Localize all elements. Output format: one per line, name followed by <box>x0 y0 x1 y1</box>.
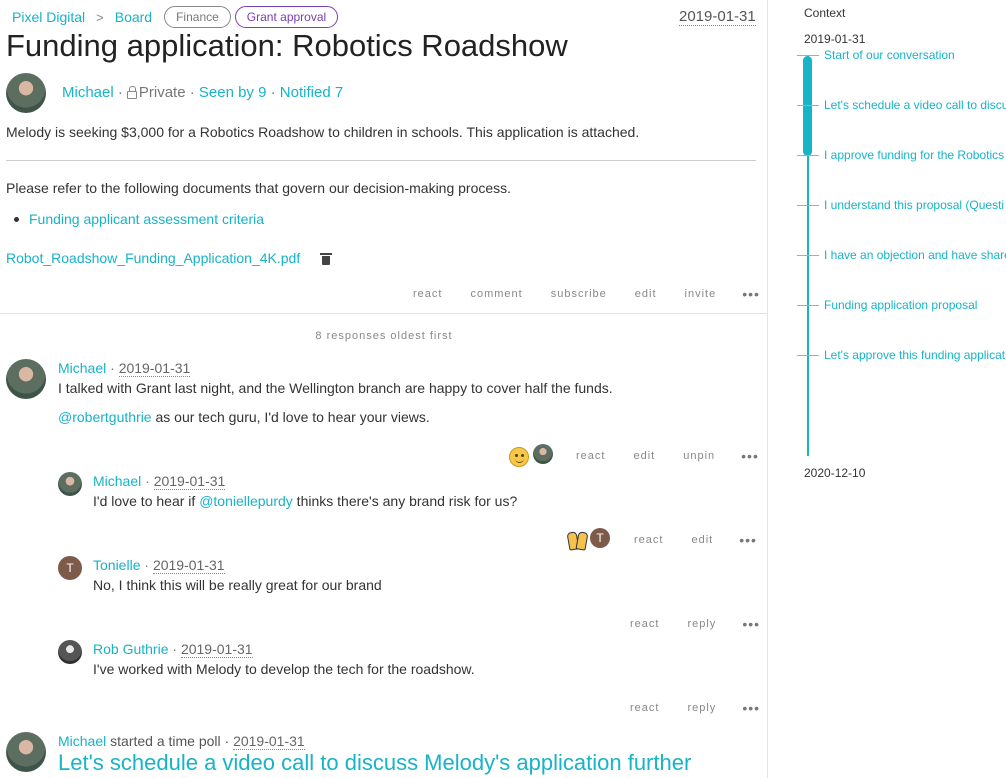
edit-button[interactable]: edit <box>633 450 655 462</box>
author-link[interactable]: Michael <box>62 84 114 101</box>
context-title: Context <box>804 6 846 20</box>
tag-finance[interactable]: Finance <box>164 6 231 28</box>
react-button[interactable]: react <box>630 702 659 714</box>
comment-text: I'd love to hear if @toniellepurdy think… <box>93 493 518 509</box>
subscribe-button[interactable]: subscribe <box>551 288 607 300</box>
edit-button[interactable]: edit <box>691 534 713 546</box>
comment-date: 2019-01-31 <box>152 557 225 574</box>
poll-date: 2019-01-31 <box>233 733 305 750</box>
mention-link[interactable]: @toniellepurdy <box>199 493 293 509</box>
responses-header: 8 responses oldest first <box>0 330 767 342</box>
refer-text: Please refer to the following documents … <box>6 180 512 196</box>
attachment: Robot_Roadshow_Funding_Application_4K.pd… <box>6 250 333 266</box>
smiley-reaction-icon[interactable] <box>509 447 529 467</box>
mention-link[interactable]: @robertguthrie <box>58 409 152 425</box>
comment-date: 2019-01-31 <box>153 473 226 490</box>
edit-button[interactable]: edit <box>635 288 657 300</box>
comment-avatar[interactable]: T <box>58 556 82 580</box>
more-options-icon[interactable]: ••• <box>742 286 760 302</box>
comment-text: I talked with Grant last night, and the … <box>58 380 613 396</box>
bullet-icon <box>14 216 19 222</box>
react-button[interactable]: react <box>630 618 659 630</box>
timeline-end-date: 2020-12-10 <box>804 466 866 480</box>
breadcrumb-separator: > <box>96 9 104 25</box>
timeline-item[interactable]: Let's approve this funding applicat <box>797 348 1005 362</box>
comment-author-link[interactable]: Michael <box>58 360 106 376</box>
trash-icon[interactable] <box>320 252 333 265</box>
thread-actions: react comment subscribe edit invite ••• <box>385 286 760 302</box>
more-options-icon[interactable]: ••• <box>742 616 760 632</box>
comment-actions: react reply ••• <box>602 616 760 632</box>
breadcrumb: Pixel Digital > Board Finance Grant appr… <box>12 5 339 29</box>
timeline-item[interactable]: I understand this proposal (Questi <box>797 198 1004 212</box>
lock-icon <box>126 85 137 99</box>
timeline-item[interactable]: Start of our conversation <box>797 48 955 62</box>
thread-description: Melody is seeking $3,000 for a Robotics … <box>6 124 640 140</box>
react-button[interactable]: react <box>413 288 442 300</box>
comment-avatar[interactable] <box>58 472 82 496</box>
comment-header: Rob Guthrie · 2019-01-31 <box>93 641 253 658</box>
comment-text: No, I think this will be really great fo… <box>93 577 382 593</box>
breadcrumb-org-link[interactable]: Pixel Digital <box>12 9 85 25</box>
breadcrumb-group-link[interactable]: Board <box>115 9 152 25</box>
reply-button[interactable]: reply <box>687 618 716 630</box>
poll-header: Michael started a time poll · 2019-01-31 <box>58 733 305 750</box>
comment-actions: react edit ••• <box>606 532 757 548</box>
comment-author-link[interactable]: Tonielle <box>93 557 140 573</box>
assessment-criteria-link[interactable]: Funding applicant assessment criteria <box>29 211 264 227</box>
page-title: Funding application: Robotics Roadshow <box>6 28 568 63</box>
author-avatar[interactable] <box>6 73 46 113</box>
comment-author-link[interactable]: Rob Guthrie <box>93 641 168 657</box>
poll-author-avatar[interactable] <box>6 732 46 772</box>
seen-by-link[interactable]: Seen by 9 <box>199 84 267 101</box>
sort-order-toggle[interactable]: oldest first <box>390 330 452 342</box>
thread-date: 2019-01-31 <box>679 8 756 26</box>
context-sidebar: Context 2019-01-31 Start of our conversa… <box>769 0 1006 778</box>
comment-button[interactable]: comment <box>470 288 522 300</box>
timeline-item[interactable]: Let's schedule a video call to discuss <box>797 98 1006 112</box>
timeline-item[interactable]: I approve funding for the Robotics <box>797 148 1004 162</box>
invite-button[interactable]: invite <box>685 288 717 300</box>
comment-avatar[interactable] <box>58 640 82 664</box>
comment-avatar[interactable] <box>6 359 46 399</box>
thread-meta: Michael · Private · Seen by 9 · Notified… <box>62 84 344 101</box>
section-divider <box>0 313 767 314</box>
more-options-icon[interactable]: ••• <box>739 532 757 548</box>
privacy-label: Private <box>138 84 186 101</box>
unpin-button[interactable]: unpin <box>683 450 715 462</box>
comment-actions: react reply ••• <box>602 700 760 716</box>
reply-button[interactable]: reply <box>687 702 716 714</box>
poll-title-link[interactable]: Let's schedule a video call to discuss M… <box>58 750 691 776</box>
timeline-item[interactable]: Funding application proposal <box>797 298 977 312</box>
comment-text: I've worked with Melody to develop the t… <box>93 661 475 677</box>
timeline-item[interactable]: I have an objection and have share <box>797 248 1006 262</box>
attachment-link[interactable]: Robot_Roadshow_Funding_Application_4K.pd… <box>6 250 300 266</box>
thread-panel: Pixel Digital > Board Finance Grant appr… <box>0 0 768 778</box>
tag-grant-approval[interactable]: Grant approval <box>234 6 339 28</box>
poll-author-link[interactable]: Michael <box>58 733 106 749</box>
document-list-item: Funding applicant assessment criteria <box>14 211 264 227</box>
notified-link[interactable]: Notified 7 <box>280 84 343 101</box>
comment-date: 2019-01-31 <box>118 360 191 377</box>
comment-header: Michael · 2019-01-31 <box>58 360 191 377</box>
react-button[interactable]: react <box>634 534 663 546</box>
comment-header: Tonielle · 2019-01-31 <box>93 557 225 574</box>
more-options-icon[interactable]: ••• <box>741 448 759 464</box>
comment-author-link[interactable]: Michael <box>93 473 141 489</box>
comment-text-line2: @robertguthrie as our tech guru, I'd lov… <box>58 409 430 425</box>
more-options-icon[interactable]: ••• <box>742 700 760 716</box>
responses-count: 8 responses <box>315 330 387 342</box>
comment-actions: react edit unpin ••• <box>548 448 759 464</box>
raised-hands-reaction-icon[interactable] <box>566 530 588 550</box>
comment-header: Michael · 2019-01-31 <box>93 473 226 490</box>
comment-date: 2019-01-31 <box>180 641 253 658</box>
timeline-start-date: 2019-01-31 <box>804 32 866 46</box>
react-button[interactable]: react <box>576 450 605 462</box>
divider <box>6 160 756 161</box>
